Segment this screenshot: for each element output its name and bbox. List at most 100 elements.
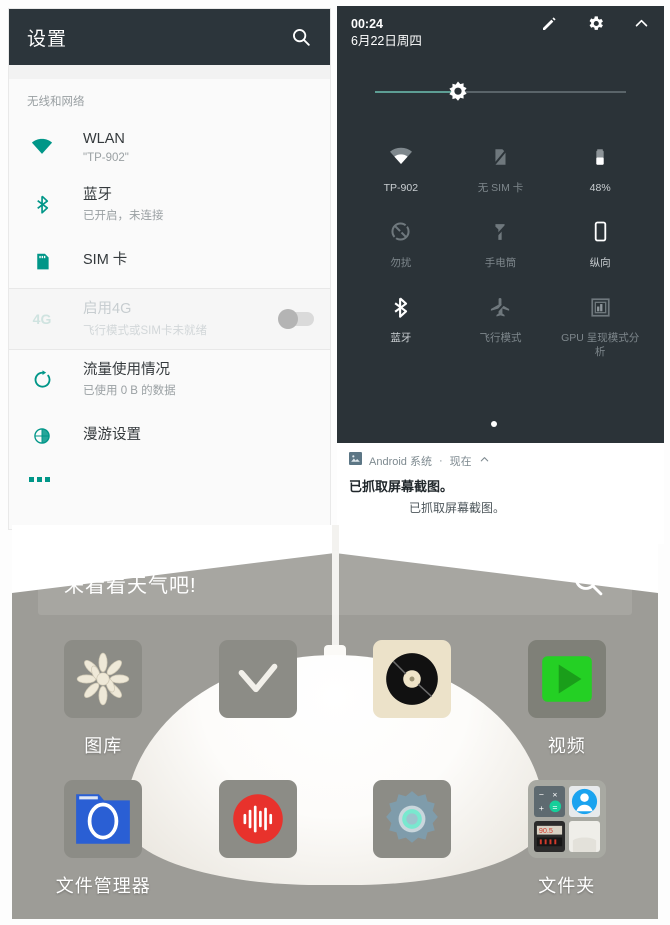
app-music[interactable] [335, 640, 490, 758]
qs-tile-label: 48% [589, 181, 611, 194]
sim-card-icon [27, 251, 57, 272]
search-input[interactable]: 来看看天气吧! [64, 569, 570, 598]
notification-separator: · [438, 455, 443, 467]
settings-row-roaming[interactable]: 漫游设置 [9, 409, 330, 464]
airplane-mode-icon [489, 294, 512, 320]
app-label: 图库 [84, 736, 123, 756]
bluetooth-icon [27, 194, 57, 215]
page-dot-active[interactable] [490, 421, 497, 427]
app-gallery[interactable]: 图库 [26, 640, 181, 758]
qs-tile-rotation[interactable]: 纵向 [550, 205, 650, 280]
settings-row-label: SIM 卡 [83, 252, 128, 269]
chevron-up-icon[interactable] [633, 15, 650, 37]
edit-pencil-icon[interactable] [540, 15, 558, 38]
settings-row-sim-card[interactable]: SIM 卡 [9, 234, 330, 289]
qs-tile-bluetooth[interactable]: 蓝牙 [351, 280, 451, 369]
settings-row-text: 漫游设置 [83, 426, 314, 446]
search-icon[interactable] [570, 563, 606, 604]
notification-header: Android 系统 · 现在 [349, 452, 652, 470]
folder-empty-slot [568, 821, 600, 852]
page-dot[interactable] [505, 421, 511, 427]
app-label: 文件管理器 [55, 876, 151, 896]
svg-text:=: = [552, 802, 557, 812]
settings-row-text: 蓝牙 已开启，未连接 [83, 186, 314, 224]
wifi-icon [27, 136, 57, 158]
settings-row-bluetooth[interactable]: 蓝牙 已开启，未连接 [9, 174, 330, 235]
gpu-profile-icon [589, 294, 612, 320]
settings-row-text: SIM 卡 [83, 251, 314, 271]
bluetooth-icon [389, 294, 412, 320]
settings-row-label: 流量使用情况 [83, 361, 170, 378]
settings-row-data-usage[interactable]: 流量使用情况 已使用 0 B 的数据 [9, 349, 330, 410]
settings-row-text: 流量使用情况 已使用 0 B 的数据 [83, 361, 314, 399]
fm-radio-icon: 90.5 [533, 821, 565, 852]
qs-tile-dnd[interactable]: 勿扰 [351, 205, 451, 280]
checkmark-icon [218, 640, 297, 718]
svg-text:+: + [539, 803, 544, 813]
chevron-up-icon[interactable] [479, 452, 490, 470]
svg-text:90.5: 90.5 [539, 826, 553, 835]
app-folder[interactable]: − × + = 90.5 文件夹 [490, 780, 645, 898]
app-check[interactable] [181, 640, 336, 758]
data-usage-icon [27, 369, 57, 390]
brightness-track-empty [457, 90, 626, 93]
calculator-icon: − × + = [533, 786, 565, 817]
svg-text:−: − [539, 790, 544, 800]
settings-row-wlan[interactable]: WLAN "TP-902" [9, 119, 330, 175]
qs-tile-label: 纵向 [589, 256, 611, 269]
notification-body: 已抓取屏幕截图。 [409, 501, 506, 515]
more-settings-button[interactable] [9, 463, 330, 492]
app-label: 视频 [547, 736, 586, 756]
app-settings[interactable] [335, 780, 490, 898]
notification-title: 已抓取屏幕截图。 [349, 479, 454, 494]
file-manager-icon [64, 780, 143, 858]
settings-row-text: WLAN "TP-902" [83, 130, 314, 164]
qs-tile-label: 手电筒 [484, 256, 517, 269]
flashlight-icon [489, 219, 511, 245]
screenshot-root: 设置 无线和网络 WLAN "TP-902" 蓝牙 已开启，未连接 SIM 卡 … [0, 0, 670, 925]
quick-settings-screenshot: 00:24 6月22日周四 TP-902 无 SIM 卡 48% 勿扰 手电筒 … [337, 6, 664, 544]
search-widget[interactable]: 来看看天气吧! [38, 551, 632, 615]
auto-rotate-icon [589, 219, 612, 245]
appbar-shadow-gap [9, 65, 330, 79]
app-file-manager[interactable]: 文件管理器 [26, 780, 181, 898]
qs-tile-airplane[interactable]: 飞行模式 [451, 280, 551, 369]
page-indicator [337, 421, 664, 427]
brightness-slider[interactable] [375, 80, 626, 104]
settings-row-label: 启用4G [83, 301, 132, 318]
settings-row-sublabel: 已开启，未连接 [83, 210, 164, 223]
app-video[interactable]: 视频 [490, 640, 645, 758]
settings-row-sublabel: 飞行模式或SIM卡未就绪 [83, 324, 207, 337]
qs-tile-flashlight[interactable]: 手电筒 [451, 205, 551, 280]
folder-preview-grid: − × + = 90.5 [533, 786, 600, 852]
qs-tile-gpu-profile[interactable]: GPU 呈现模式分析 [550, 280, 650, 369]
enable-4g-toggle[interactable] [278, 308, 314, 329]
4g-icon: 4G [32, 310, 52, 327]
settings-row-label: 漫游设置 [83, 427, 141, 444]
video-play-icon [527, 640, 606, 718]
recorder-icon [218, 780, 297, 858]
qs-tile-wifi[interactable]: TP-902 [351, 130, 451, 205]
qs-tile-sim[interactable]: 无 SIM 卡 [451, 130, 551, 205]
roaming-icon [27, 426, 57, 446]
app-recorder[interactable] [181, 780, 336, 898]
settings-screenshot: 设置 无线和网络 WLAN "TP-902" 蓝牙 已开启，未连接 SIM 卡 … [8, 8, 331, 530]
gear-icon[interactable] [586, 14, 605, 38]
notification-time: 现在 [449, 456, 472, 468]
settings-row-enable-4g[interactable]: 4G 启用4G 飞行模式或SIM卡未就绪 [9, 289, 330, 349]
qs-tile-label: 无 SIM 卡 [477, 181, 524, 194]
music-vinyl-icon [373, 640, 452, 718]
search-icon[interactable] [290, 26, 312, 48]
brightness-icon[interactable] [446, 80, 470, 104]
settings-row-sublabel: "TP-902" [83, 151, 129, 164]
settings-row-label: 蓝牙 [83, 186, 112, 203]
notification-screenshot[interactable]: Android 系统 · 现在 已抓取屏幕截图。 已抓取屏幕截图。 [337, 443, 664, 516]
qs-tile-battery[interactable]: 48% [550, 130, 650, 205]
wifi-icon [389, 144, 413, 170]
shade-actions [540, 14, 650, 38]
folder-icon: − × + = 90.5 [527, 780, 606, 858]
quick-settings-shade: 00:24 6月22日周四 TP-902 无 SIM 卡 48% 勿扰 手电筒 … [337, 6, 664, 443]
app-grid: 图库 视频 文件管理器 − × + = 90.5 文件夹 [26, 640, 644, 898]
settings-row-text: 启用4G 飞行模式或SIM卡未就绪 [83, 300, 280, 338]
contacts-icon [568, 786, 600, 817]
